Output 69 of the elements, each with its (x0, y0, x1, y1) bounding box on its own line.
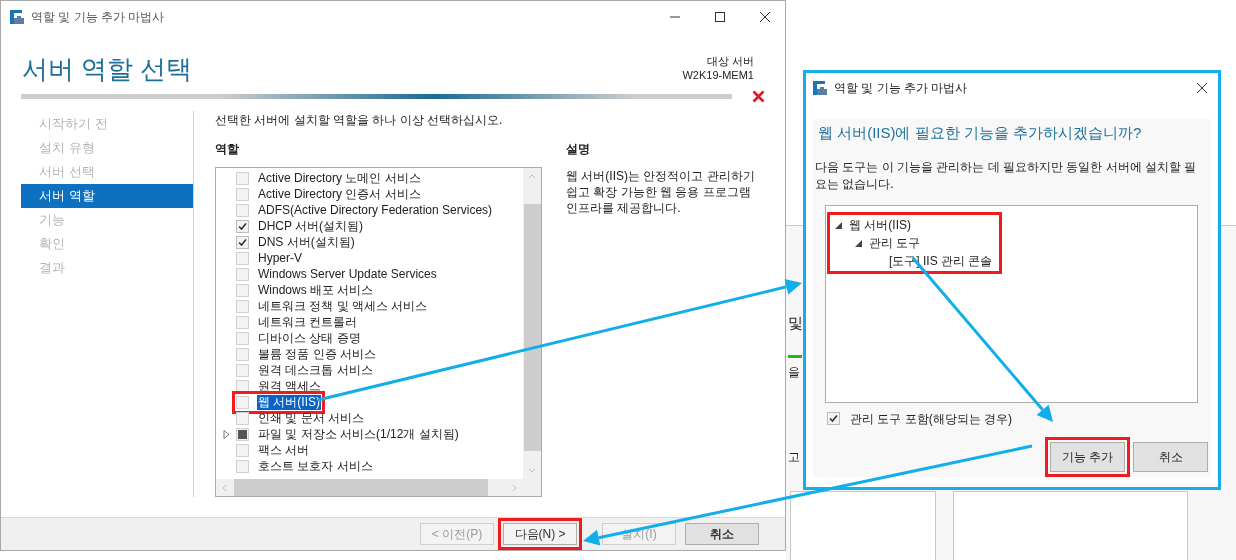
role-item[interactable]: 팩스 서버 (257, 442, 311, 458)
close-icon[interactable] (759, 10, 771, 23)
maximize-icon[interactable] (714, 10, 726, 23)
role-item[interactable]: DNS 서버(설치됨) (257, 234, 356, 250)
checkbox[interactable] (236, 283, 249, 297)
role-item[interactable]: Active Directory 인증서 서비스 (257, 186, 422, 202)
checkbox[interactable] (236, 363, 249, 377)
nav-item[interactable]: 서버 역할 (21, 184, 193, 208)
checkbox[interactable] (236, 299, 249, 313)
role-item[interactable]: Active Directory 노메인 서비스 (257, 170, 422, 186)
role-item[interactable]: 웹 서버(IIS) (257, 394, 321, 410)
collapse-icon[interactable] (834, 221, 842, 229)
page-heading: 서버 역할 선택 (22, 53, 193, 86)
collapse-icon[interactable] (854, 239, 862, 247)
checkbox[interactable] (236, 315, 249, 329)
checkbox[interactable] (827, 412, 840, 425)
role-item[interactable]: 원격 데스크톱 서비스 (257, 362, 374, 378)
role-item[interactable]: 디바이스 상태 증명 (257, 330, 362, 346)
checkbox[interactable] (236, 459, 249, 473)
checkbox[interactable] (236, 187, 249, 201)
instruction-text: 선택한 서버에 설치할 역할을 하나 이상 선택하십시오. (215, 112, 504, 129)
wizard-icon (812, 80, 828, 96)
role-item[interactable]: 파일 및 저장소 서비스(1/12개 설치됨) (257, 426, 460, 442)
checkbox[interactable] (236, 203, 249, 217)
dialog-title: 역할 및 기능 추가 마법사 (834, 80, 968, 97)
role-item[interactable]: 호스트 보호자 서비스 (257, 458, 374, 474)
checkbox[interactable] (236, 395, 249, 409)
role-item[interactable]: Hyper-V (257, 250, 303, 266)
tree-item[interactable]: 웹 서버(IIS) (845, 216, 911, 234)
target-label: 대상 서버 (706, 54, 754, 68)
role-item[interactable]: Windows Server Update Services (257, 266, 438, 282)
checkbox[interactable] (236, 171, 249, 185)
background-text: 고 (788, 449, 800, 466)
dialog-question: 웹 서버(IIS)에 필요한 기능을 추가하시겠습니까? (817, 123, 1143, 143)
column-heading: 역할 (215, 141, 240, 158)
dialog-button[interactable]: 기능 추가 (1050, 441, 1125, 472)
horizontal-scrollbar[interactable] (216, 479, 541, 496)
role-item[interactable]: 원격 액세스 (257, 378, 323, 394)
role-item[interactable]: DHCP 서버(설치됨) (257, 218, 365, 234)
expand-icon[interactable] (222, 429, 230, 439)
checkbox-label[interactable]: 관리 도구 포함(해당되는 경우) (850, 409, 1012, 428)
error-icon (752, 90, 765, 103)
wizard-button[interactable]: 취소 (685, 523, 759, 545)
dialog-button[interactable]: 취소 (1133, 441, 1208, 472)
role-item[interactable]: ADFS(Active Directory Federation Services) (257, 202, 494, 218)
description-text: 웹 서버(IIS)는 안정적이고 관리하기 쉽고 확장 가능한 웹 응용 프로그램 인프라를 제공합니다. (566, 168, 756, 216)
checkbox[interactable] (236, 219, 249, 233)
column-heading: 설명 (566, 141, 591, 158)
window-title: 역할 및 기능 추가 마법사 (31, 8, 165, 26)
wizard-icon (9, 8, 25, 25)
background-text: 을 (788, 364, 800, 381)
checkbox[interactable] (236, 331, 249, 345)
checkbox[interactable] (236, 443, 249, 457)
dialog-message: 다음 도구는 이 기능을 관리하는 데 필요하지만 동일한 서버에 설치할 필요는 없습니다. (815, 158, 1198, 193)
role-item[interactable]: 네트워크 컨트롤러 (257, 314, 359, 330)
checkbox[interactable] (236, 251, 249, 265)
role-item[interactable]: 네트워크 정책 및 액세스 서비스 (257, 298, 429, 314)
wizard-button[interactable]: 다음(N) > (503, 523, 577, 545)
checkbox[interactable] (236, 235, 249, 249)
target-server: W2K19-MEM1 (682, 68, 754, 82)
checkbox[interactable] (236, 267, 249, 281)
tree-item[interactable]: 관리 도구 (865, 234, 921, 252)
role-item[interactable]: Windows 배포 서비스 (257, 282, 375, 298)
role-item[interactable]: 볼륨 정품 인증 서비스 (257, 346, 377, 362)
background-text: 및 (788, 313, 803, 333)
vertical-scrollbar[interactable] (523, 168, 541, 479)
close-icon[interactable] (1196, 82, 1208, 94)
role-item[interactable]: 인쇄 및 문서 서비스 (257, 410, 365, 426)
checkbox[interactable] (236, 347, 249, 361)
